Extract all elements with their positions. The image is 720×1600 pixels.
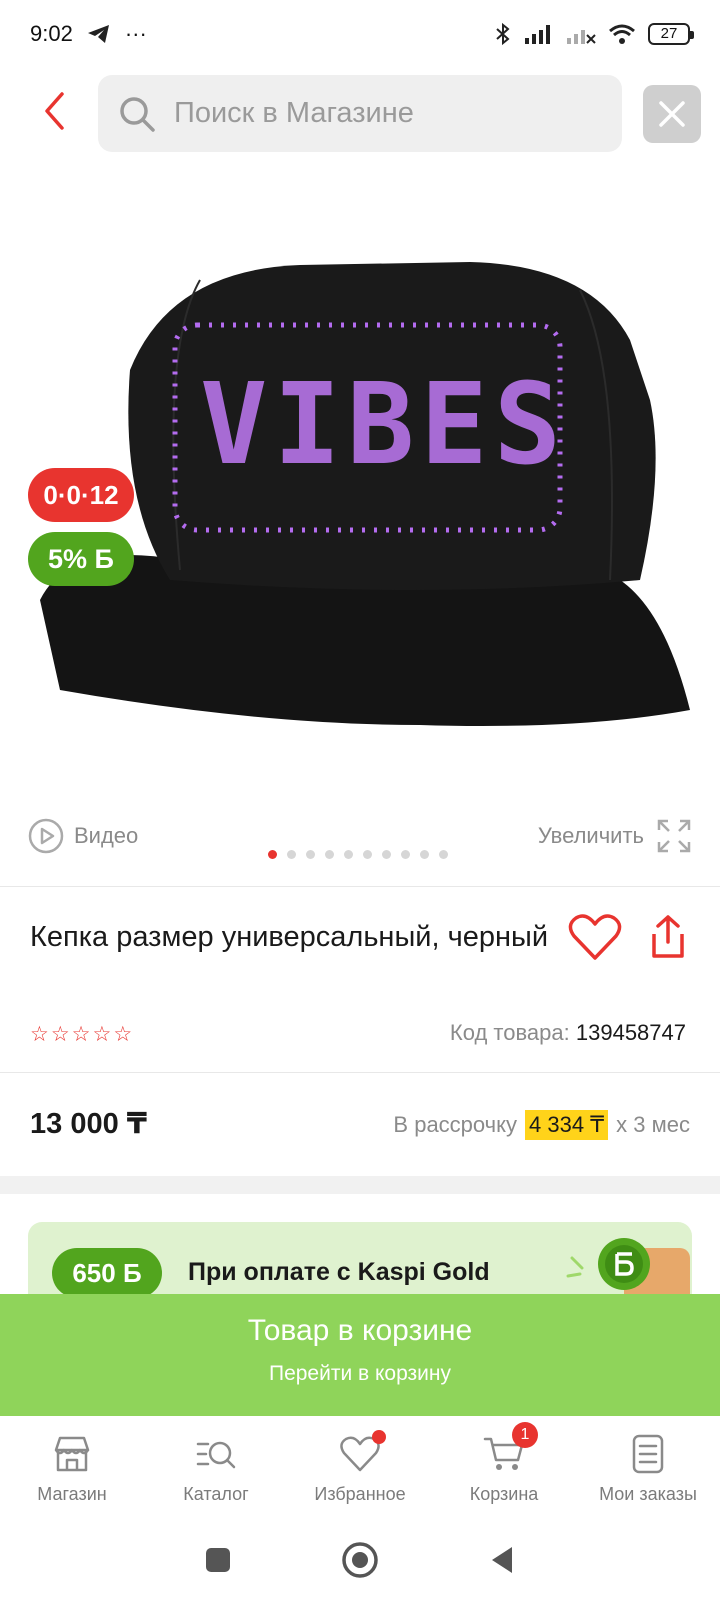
nav-item-shop[interactable]: Магазин <box>0 1418 144 1520</box>
star-icon: ☆ <box>50 1023 70 1046</box>
video-button[interactable]: Видео <box>28 818 138 854</box>
expand-icon <box>657 819 691 853</box>
product-code-label: Код товара: <box>449 1020 570 1045</box>
signal-off-icon <box>567 30 596 44</box>
status-time: 9:02 <box>30 21 73 46</box>
product-code: Код товара: 139458747 <box>450 1020 686 1046</box>
nav-item-orders[interactable]: Мои заказы <box>576 1418 720 1520</box>
cart-bar-subtitle: Перейти в корзину <box>268 1362 452 1385</box>
favorite-button[interactable] <box>568 912 622 962</box>
bottom-navigation: Магазин Каталог Избранное 1 Корзина Мои … <box>0 1418 720 1520</box>
promo-bonus-badge: 650 Б <box>52 1248 162 1298</box>
nav-label-catalog: Каталог <box>183 1484 249 1504</box>
nav-label-shop: Магазин <box>37 1484 107 1504</box>
installment-term: х 3 мес <box>616 1112 690 1137</box>
orders-icon <box>632 1434 664 1474</box>
installment-info[interactable]: В рассрочку 4 334 ₸ х 3 мес <box>393 1110 690 1140</box>
home-icon[interactable] <box>341 1541 379 1579</box>
timer-badge: 0·0·12 <box>28 468 134 522</box>
section-separator <box>0 1176 720 1194</box>
image-pagination <box>268 850 448 859</box>
cart-count-badge: 1 <box>512 1422 538 1448</box>
zoom-button[interactable]: Увеличить <box>538 818 692 854</box>
nav-item-catalog[interactable]: Каталог <box>144 1418 288 1520</box>
search-header: Поиск в Магазине <box>0 72 720 154</box>
installment-amount: 4 334 ₸ <box>525 1110 609 1140</box>
pagination-dot[interactable] <box>420 850 429 859</box>
search-icon <box>120 96 155 132</box>
pagination-dot[interactable] <box>382 850 391 859</box>
go-to-cart-button[interactable]: Товар в корзине Перейти в корзину <box>0 1294 720 1416</box>
play-circle-icon <box>28 818 64 854</box>
chevron-left-icon <box>45 92 64 130</box>
divider <box>0 886 720 887</box>
bluetooth-icon <box>496 22 510 46</box>
pagination-dot[interactable] <box>344 850 353 859</box>
rating-stars[interactable]: ☆ ☆ ☆ ☆ ☆ <box>30 1022 132 1047</box>
promo-text: При оплате с Kaspi Gold <box>188 1258 490 1286</box>
status-more: ··· <box>124 21 147 46</box>
search-placeholder: Поиск в Магазине <box>174 97 414 129</box>
wifi-icon <box>609 24 635 44</box>
signal-icon <box>525 25 550 44</box>
status-bar: 9:02 ··· 27 <box>0 0 720 68</box>
shop-icon <box>54 1436 90 1472</box>
bonus-badge: 5% Б <box>28 532 134 586</box>
pagination-dot[interactable] <box>325 850 334 859</box>
star-icon: ☆ <box>71 1023 91 1046</box>
nav-item-favorites[interactable]: Избранное <box>288 1418 432 1520</box>
cart-bar-title: Товар в корзине <box>247 1314 473 1347</box>
back-button[interactable] <box>34 86 74 136</box>
product-code-value: 139458747 <box>575 1020 686 1045</box>
nav-label-orders: Мои заказы <box>599 1484 697 1504</box>
nav-label-cart: Корзина <box>469 1484 539 1504</box>
product-image[interactable]: VIBES 0·0·12 5% Б <box>0 170 720 790</box>
close-icon <box>659 101 685 127</box>
catalog-search-icon <box>196 1441 236 1469</box>
back-triangle-icon[interactable] <box>488 1545 516 1575</box>
nav-label-favorites: Избранное <box>314 1484 406 1504</box>
star-icon: ☆ <box>30 1023 49 1046</box>
installment-label: В рассрочку <box>393 1112 517 1137</box>
hat-led-text: VIBES <box>200 360 568 490</box>
share-icon <box>652 915 684 958</box>
pagination-dot[interactable] <box>363 850 372 859</box>
pagination-dot[interactable] <box>439 850 448 859</box>
pagination-dot[interactable] <box>306 850 315 859</box>
battery-indicator: 27 <box>648 23 694 45</box>
divider <box>0 1072 720 1073</box>
share-button[interactable] <box>648 914 688 960</box>
pagination-dot[interactable] <box>401 850 410 859</box>
nav-item-cart[interactable]: 1 Корзина <box>432 1418 576 1520</box>
pagination-dot[interactable] <box>287 850 296 859</box>
system-navigation <box>0 1520 720 1600</box>
favorites-dot-badge <box>372 1430 386 1444</box>
product-title: Кепка размер универсальный, черный <box>30 921 549 953</box>
product-price: 13 000 ₸ <box>30 1108 147 1140</box>
search-input[interactable]: Поиск в Магазине <box>98 75 622 152</box>
heart-icon <box>568 914 622 960</box>
star-icon: ☆ <box>92 1023 112 1046</box>
pagination-dot[interactable] <box>268 850 277 859</box>
video-label: Видео <box>74 823 139 848</box>
close-search-button[interactable] <box>643 85 701 143</box>
telegram-icon <box>87 25 109 43</box>
recent-apps-icon[interactable] <box>204 1546 232 1574</box>
star-icon: ☆ <box>113 1023 133 1046</box>
zoom-label: Увеличить <box>537 823 644 848</box>
